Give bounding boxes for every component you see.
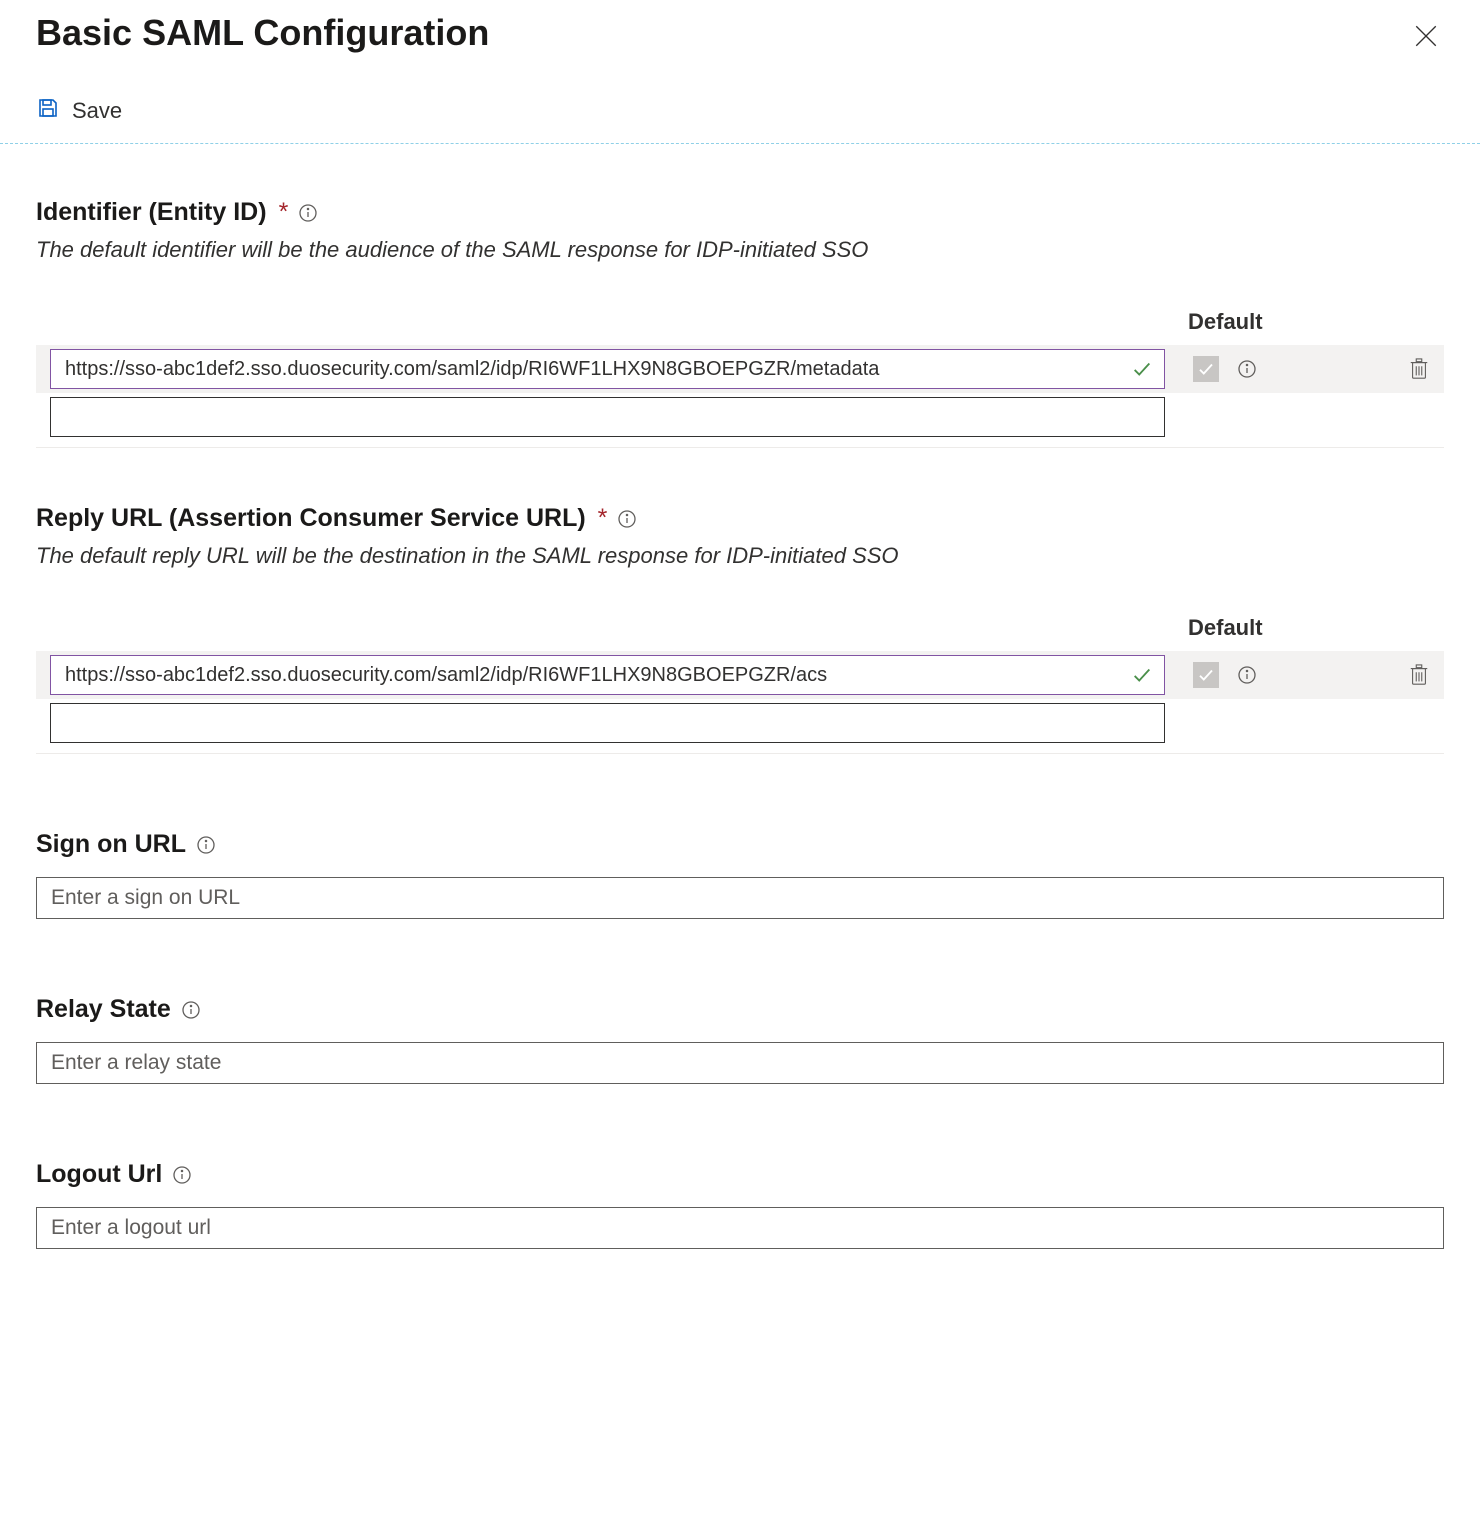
logout-url-label: Logout Url <box>36 1160 162 1189</box>
identifier-extra-input[interactable] <box>50 397 1165 437</box>
close-icon <box>1413 23 1439 49</box>
save-label: Save <box>72 98 122 124</box>
info-icon[interactable] <box>172 1165 192 1185</box>
required-indicator: * <box>598 504 608 533</box>
reply-url-extra-input[interactable] <box>50 703 1165 743</box>
delete-button[interactable] <box>1408 357 1430 381</box>
default-column-header: Default <box>1188 309 1263 334</box>
toolbar-separator <box>0 143 1480 144</box>
identifier-default-checkbox[interactable] <box>1193 356 1219 382</box>
relay-state-input[interactable] <box>36 1042 1444 1084</box>
required-indicator: * <box>279 198 289 227</box>
reply-url-default-checkbox[interactable] <box>1193 662 1219 688</box>
reply-url-description: The default reply URL will be the destin… <box>36 543 1444 569</box>
info-icon[interactable] <box>181 1000 201 1020</box>
info-icon[interactable] <box>1237 359 1257 379</box>
info-icon[interactable] <box>1237 665 1257 685</box>
reply-url-input[interactable] <box>50 655 1165 695</box>
panel-title: Basic SAML Configuration <box>36 12 489 54</box>
sign-on-url-label: Sign on URL <box>36 830 186 859</box>
identifier-label: Identifier (Entity ID) <box>36 198 267 227</box>
valid-check-icon <box>1131 664 1153 686</box>
save-button[interactable]: Save <box>36 96 122 125</box>
delete-button[interactable] <box>1408 663 1430 687</box>
sign-on-url-input[interactable] <box>36 877 1444 919</box>
info-icon[interactable] <box>298 203 318 223</box>
relay-state-label: Relay State <box>36 995 171 1024</box>
reply-url-label: Reply URL (Assertion Consumer Service UR… <box>36 504 586 533</box>
logout-url-input[interactable] <box>36 1207 1444 1249</box>
identifier-input[interactable] <box>50 349 1165 389</box>
identifier-description: The default identifier will be the audie… <box>36 237 1444 263</box>
reply-url-row <box>36 651 1444 699</box>
close-button[interactable] <box>1412 22 1440 50</box>
identifier-extra-row <box>36 393 1444 441</box>
info-icon[interactable] <box>617 509 637 529</box>
default-column-header: Default <box>1188 615 1263 640</box>
identifier-row <box>36 345 1444 393</box>
reply-url-extra-row <box>36 699 1444 747</box>
valid-check-icon <box>1131 358 1153 380</box>
save-icon <box>36 96 60 125</box>
info-icon[interactable] <box>196 835 216 855</box>
